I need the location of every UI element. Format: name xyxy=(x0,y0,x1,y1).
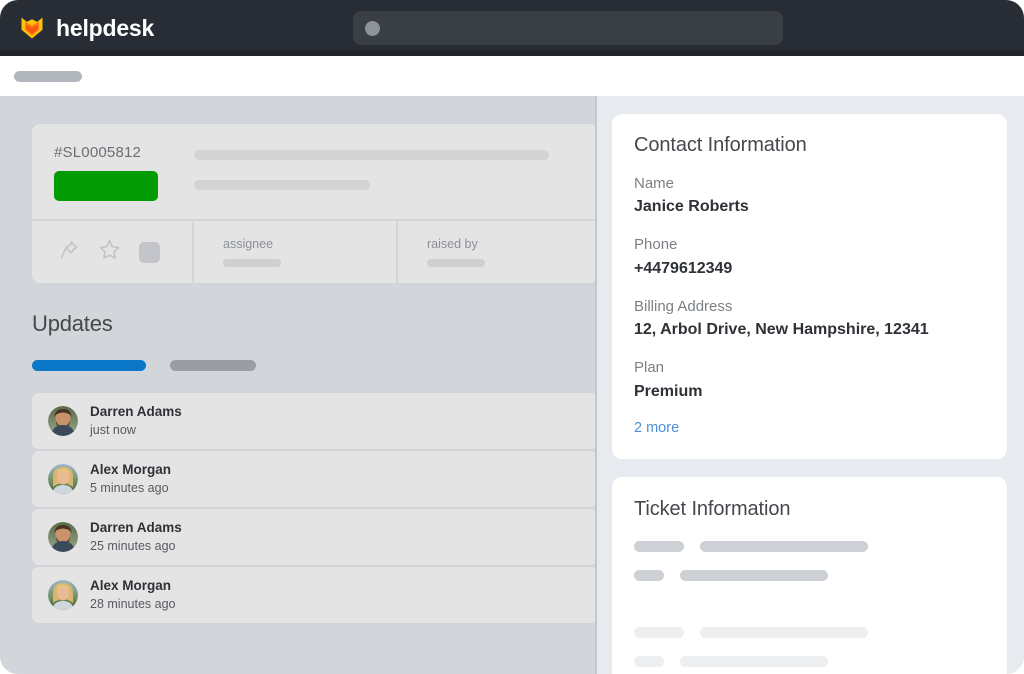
list-item-text: Alex Morgan 5 minutes ago xyxy=(90,462,171,497)
update-author-name: Darren Adams xyxy=(90,403,182,419)
placeholder-gap xyxy=(634,581,985,607)
contact-field-plan-label: Plan xyxy=(634,359,665,377)
show-more-link[interactable]: 2 more xyxy=(634,420,679,436)
ticket-field-assignee-value-placeholder xyxy=(223,259,281,267)
ticket-info-placeholder-row xyxy=(634,626,985,638)
star-icon[interactable] xyxy=(98,238,121,266)
avatar xyxy=(48,464,78,494)
placeholder-value xyxy=(680,655,828,667)
avatar xyxy=(48,580,78,610)
search-input[interactable] xyxy=(353,11,783,45)
list-item[interactable]: Alex Morgan 28 minutes ago xyxy=(32,567,595,623)
main-content-column: #SL0005812 assignee raised by Updates Da… xyxy=(0,96,597,674)
contact-information-panel: Contact Information Name Janice Roberts … xyxy=(612,114,1007,459)
ticket-info-placeholder-row xyxy=(634,655,985,667)
contact-field-billing-address: Billing Address 12, Arbol Drive, New Ham… xyxy=(634,297,985,341)
contact-panel-title: Contact Information xyxy=(634,134,807,156)
contact-field-billing-address-label: Billing Address xyxy=(634,297,733,315)
list-item-text: Alex Morgan 28 minutes ago xyxy=(90,578,175,613)
brand-name: helpdesk xyxy=(56,14,155,41)
pin-icon[interactable] xyxy=(58,239,80,266)
ticket-summary-top: #SL0005812 xyxy=(32,124,595,219)
update-author-name: Darren Adams xyxy=(90,519,182,535)
contact-field-billing-address-value: 12, Arbol Drive, New Hampshire, 12341 xyxy=(634,321,929,339)
ticket-information-panel: Ticket Information xyxy=(612,476,1007,674)
search-icon xyxy=(365,20,380,36)
ticket-panel-title: Ticket Information xyxy=(634,497,791,520)
ticket-subtitle-placeholder xyxy=(194,180,370,190)
updates-tabs xyxy=(32,360,595,371)
tab-updates-active[interactable] xyxy=(32,360,146,371)
list-item[interactable]: Alex Morgan 5 minutes ago xyxy=(32,451,595,507)
placeholder-value xyxy=(700,540,868,552)
contact-field-phone-value: +4479612349 xyxy=(634,259,733,277)
contact-field-plan-value: Premium xyxy=(634,382,703,400)
ticket-title-placeholder xyxy=(194,150,549,160)
update-author-name: Alex Morgan xyxy=(90,461,172,477)
ticket-field-raised-by[interactable]: raised by xyxy=(398,221,595,283)
ticket-field-raised-by-value-placeholder xyxy=(427,259,485,267)
body-area: #SL0005812 assignee raised by Updates Da… xyxy=(0,96,1024,674)
ticket-summary-card: #SL0005812 assignee raised by xyxy=(32,124,595,283)
placeholder-label xyxy=(634,540,684,552)
ticket-field-assignee-label: assignee xyxy=(223,237,274,251)
breadcrumb xyxy=(0,56,1024,96)
placeholder-label xyxy=(634,655,664,667)
list-item-text: Darren Adams just now xyxy=(90,404,182,439)
update-author-name: Alex Morgan xyxy=(90,577,172,593)
contact-field-phone-label: Phone xyxy=(634,236,678,254)
fox-shield-logo-icon xyxy=(18,14,46,42)
contact-field-name: Name Janice Roberts xyxy=(634,174,985,218)
avatar xyxy=(48,406,78,436)
ticket-field-assignee[interactable]: assignee xyxy=(194,221,398,283)
breadcrumb-placeholder[interactable] xyxy=(14,70,82,82)
update-timestamp: 25 minutes ago xyxy=(90,538,176,553)
ticket-info-placeholder-row xyxy=(634,569,985,581)
ticket-identity: #SL0005812 xyxy=(54,144,194,201)
status-badge[interactable] xyxy=(54,171,158,201)
update-timestamp: just now xyxy=(90,422,136,437)
top-header-bar: helpdesk xyxy=(0,0,1024,56)
ticket-title-block xyxy=(194,144,576,201)
list-item[interactable]: Darren Adams 25 minutes ago xyxy=(32,509,595,565)
avatar xyxy=(48,522,78,552)
tab-updates-inactive[interactable] xyxy=(170,360,256,371)
placeholder-value xyxy=(680,569,828,581)
updates-heading: Updates xyxy=(32,311,113,336)
update-timestamp: 28 minutes ago xyxy=(90,596,176,611)
placeholder-value xyxy=(700,626,868,638)
brand[interactable]: helpdesk xyxy=(18,14,154,42)
contact-field-phone: Phone +4479612349 xyxy=(634,235,985,279)
contact-field-plan: Plan Premium xyxy=(634,358,985,402)
placeholder-label xyxy=(634,569,664,581)
details-sidebar: Contact Information Name Janice Roberts … xyxy=(597,96,1024,674)
ticket-field-raised-by-label: raised by xyxy=(427,237,478,251)
header-underline xyxy=(0,50,1024,56)
updates-list: Darren Adams just now Alex Morgan 5 minu… xyxy=(32,393,595,623)
ticket-id: #SL0005812 xyxy=(54,144,142,161)
app-window: helpdesk #SL0005812 assignee raised by U… xyxy=(0,0,1024,674)
list-item-text: Darren Adams 25 minutes ago xyxy=(90,520,182,555)
ticket-info-placeholder-row xyxy=(634,540,985,552)
placeholder-label xyxy=(634,626,684,638)
ticket-action-icons xyxy=(32,221,194,283)
contact-field-name-value: Janice Roberts xyxy=(634,198,749,216)
list-item[interactable]: Darren Adams just now xyxy=(32,393,595,449)
square-placeholder-icon[interactable] xyxy=(139,241,160,263)
ticket-summary-toolbar: assignee raised by xyxy=(32,219,595,283)
contact-field-name-label: Name xyxy=(634,175,675,192)
update-timestamp: 5 minutes ago xyxy=(90,480,169,495)
